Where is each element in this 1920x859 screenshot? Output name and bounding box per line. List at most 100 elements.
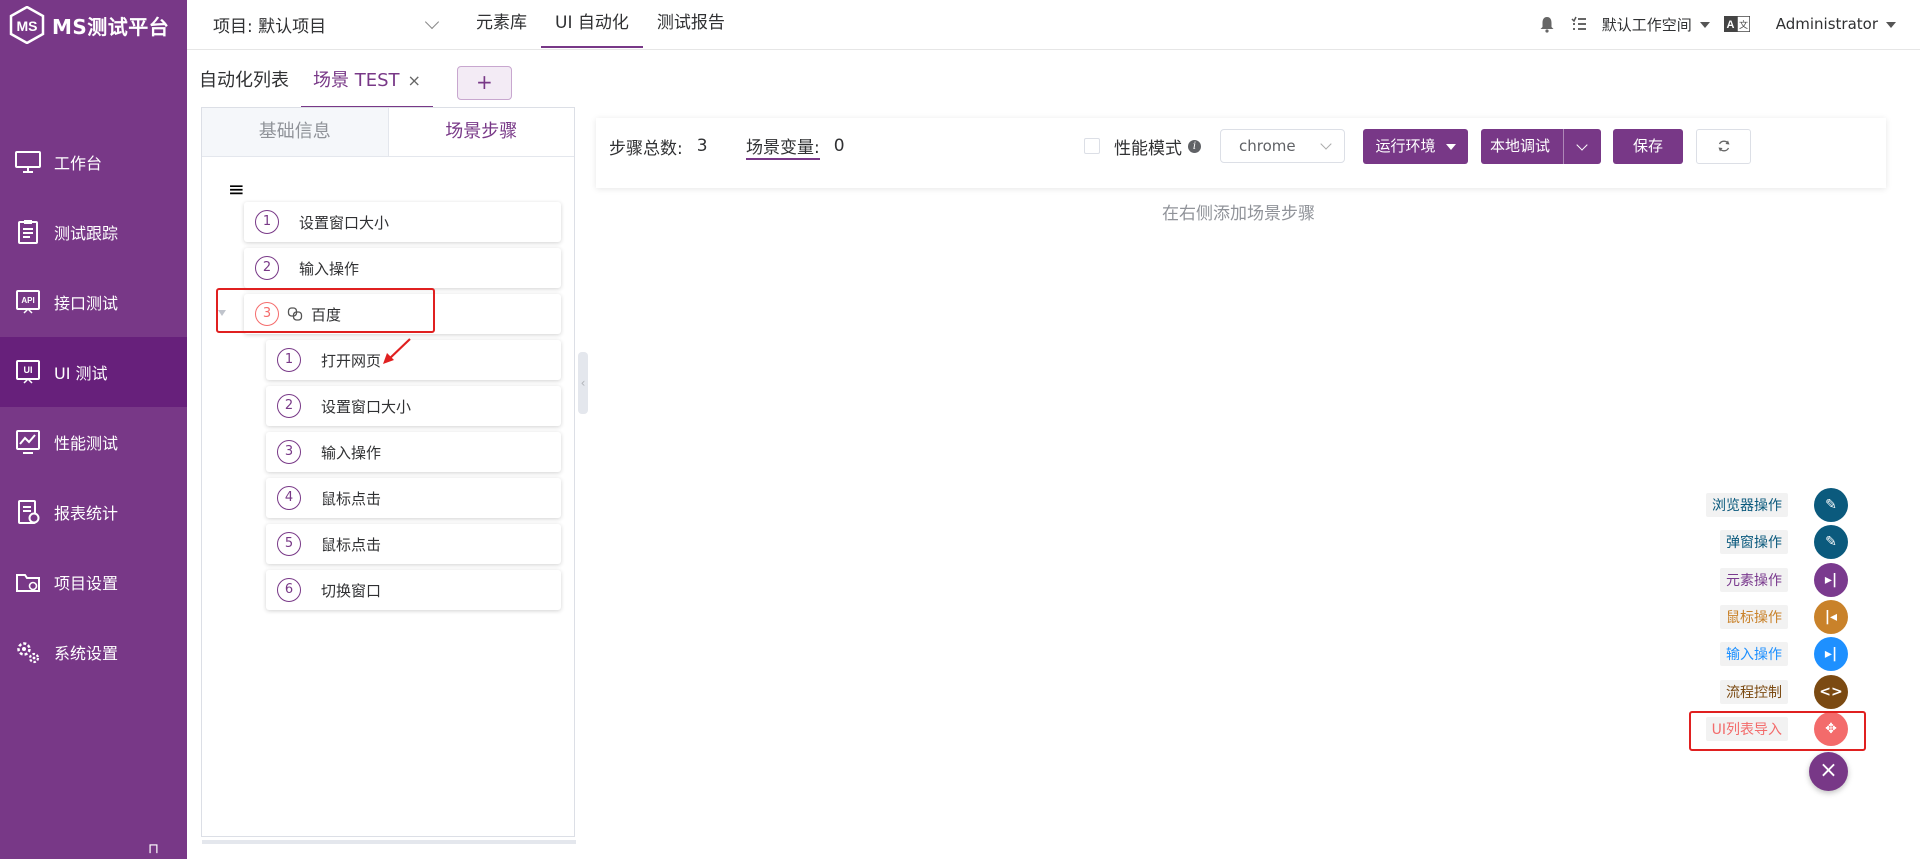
top-bar: 项目: 默认项目 元素库 UI 自动化 测试报告 默认工作空间 A文 Admin… <box>187 0 1920 50</box>
performance-mode-checkbox[interactable] <box>1084 138 1100 154</box>
app-title: MS测试平台 <box>52 14 170 39</box>
step-total-label: 步骤总数: <box>609 138 683 159</box>
app-logo[interactable]: MS MS测试平台 <box>8 6 169 44</box>
monitor-icon <box>15 151 41 173</box>
sidebar-item-report[interactable]: 报表统计 <box>0 477 187 547</box>
chevron-down-icon[interactable] <box>1563 129 1601 164</box>
sidebar-item-label: 测试跟踪 <box>54 224 119 243</box>
bell-icon[interactable] <box>1538 15 1556 33</box>
fab-close-button[interactable]: × <box>1809 752 1848 791</box>
user-dropdown[interactable]: Administrator <box>1776 15 1896 33</box>
step-label: 设置窗口大小 <box>321 397 412 416</box>
step-number: 1 <box>277 348 301 372</box>
project-select[interactable]: 项目: 默认项目 <box>213 0 440 48</box>
run-environment-button[interactable]: 运行环境 <box>1363 129 1468 164</box>
svg-text:MS: MS <box>17 18 38 34</box>
local-debug-button[interactable]: 本地调试 <box>1481 129 1601 164</box>
add-tab-button[interactable]: + <box>456 66 512 100</box>
sidebar-item-performance-test[interactable]: 性能测试 <box>0 407 187 477</box>
sidebar-item-project-settings[interactable]: 项目设置 <box>0 547 187 617</box>
refresh-button[interactable] <box>1696 129 1751 164</box>
language-icon[interactable]: A文 <box>1723 16 1750 32</box>
pin-icon[interactable]: ⊓ <box>148 841 159 857</box>
caret-down-icon <box>1886 21 1896 28</box>
horizontal-scrollbar[interactable] <box>202 840 576 844</box>
close-icon[interactable]: × <box>408 71 421 90</box>
step-item[interactable]: 1 设置窗口大小 <box>244 202 561 242</box>
user-name: Administrator <box>1775 15 1878 33</box>
step-label: 鼠标点击 <box>321 489 382 508</box>
task-list-icon[interactable] <box>1570 15 1588 33</box>
fab-label: 流程控制 <box>1720 680 1788 704</box>
tab-scenario-steps[interactable]: 场景步骤 <box>388 108 574 156</box>
info-icon[interactable]: i <box>1188 139 1201 153</box>
step-number: 3 <box>277 440 301 464</box>
fab-input-operation[interactable]: 输入操作 ▸| <box>1720 637 1848 671</box>
step-number: 5 <box>277 532 301 556</box>
fab-element-operation[interactable]: 元素操作 ▸| <box>1720 563 1848 597</box>
sidebar-item-label: 项目设置 <box>54 574 119 593</box>
local-debug-label: 本地调试 <box>1490 137 1551 155</box>
child-step-item[interactable]: 2 设置窗口大小 <box>266 386 561 426</box>
step-item[interactable]: 2 输入操作 <box>244 248 561 288</box>
step-total: 步骤总数: 3 <box>609 118 708 174</box>
step-number: 4 <box>277 486 301 510</box>
sidebar-item-workbench[interactable]: 工作台 <box>0 127 187 197</box>
step-label: 鼠标点击 <box>321 535 382 554</box>
scenario-variables-label: 场景变量: <box>746 133 820 160</box>
collapse-panel-handle[interactable]: ‹ <box>578 352 588 414</box>
skip-forward-icon: ▸| <box>1814 637 1848 671</box>
panel-tabs: 基础信息 场景步骤 <box>202 108 574 157</box>
performance-mode[interactable]: 性能模式 i <box>1084 118 1201 174</box>
fab-mouse-operation[interactable]: 鼠标操作 |◂ <box>1720 600 1848 634</box>
fab-dialog-operation[interactable]: 弹窗操作 ✎ <box>1720 525 1848 559</box>
sidebar: MS MS测试平台 工作台 测试跟踪 API 接口测试 UI UI 测试 性能测… <box>0 0 187 859</box>
project-select-value: 项目: 默认项目 <box>213 16 327 37</box>
sidebar-item-system-settings[interactable]: 系统设置 <box>0 617 187 687</box>
caret-down-icon <box>1699 22 1710 28</box>
fab-label: 浏览器操作 <box>1706 493 1788 517</box>
scenario-variables[interactable]: 场景变量: 0 <box>746 118 845 174</box>
ui-icon: UI <box>16 360 40 384</box>
annotation-highlight <box>1689 711 1866 751</box>
workspace-dropdown[interactable]: 默认工作空间 <box>1602 14 1710 35</box>
clipboard-icon <box>18 220 38 244</box>
sidebar-item-label: 性能测试 <box>54 434 119 453</box>
tab-label: 场景 TEST <box>313 70 400 91</box>
tab-automation-list[interactable]: 自动化列表 <box>187 60 301 108</box>
menu-icon[interactable]: ≡ <box>228 177 245 201</box>
header-right: 默认工作空间 A文 Administrator <box>1538 0 1896 48</box>
sidebar-item-api-test[interactable]: API 接口测试 <box>0 267 187 337</box>
sidebar-item-ui-test[interactable]: UI UI 测试 <box>0 337 187 407</box>
browser-select[interactable]: chrome <box>1220 129 1345 163</box>
annotation-arrow-icon <box>383 338 411 364</box>
edit-icon: ✎ <box>1814 488 1848 522</box>
child-step-item[interactable]: 4 鼠标点击 <box>266 478 561 518</box>
browser-select-value: chrome <box>1239 137 1296 155</box>
child-step-item[interactable]: 5 鼠标点击 <box>266 524 561 564</box>
sidebar-item-label: 系统设置 <box>54 644 119 663</box>
child-step-item[interactable]: 6 切换窗口 <box>266 570 561 610</box>
fab-label: 元素操作 <box>1720 568 1788 592</box>
step-label: 设置窗口大小 <box>299 213 390 232</box>
step-number: 6 <box>277 578 301 602</box>
step-total-value: 3 <box>696 136 708 156</box>
nav-element-library[interactable]: 元素库 <box>462 0 541 48</box>
nav-ui-automation[interactable]: UI 自动化 <box>541 0 643 48</box>
step-label: 输入操作 <box>321 443 382 462</box>
sidebar-item-test-track[interactable]: 测试跟踪 <box>0 197 187 267</box>
fab-flow-control[interactable]: 流程控制 <> <box>1720 675 1848 709</box>
scenario-variables-value: 0 <box>833 136 845 156</box>
step-label: 输入操作 <box>299 259 360 278</box>
scenario-tabs: 自动化列表 场景 TEST × + <box>187 60 512 108</box>
gears-icon <box>17 642 40 664</box>
save-button[interactable]: 保存 <box>1613 129 1683 164</box>
skip-back-icon: |◂ <box>1814 600 1848 634</box>
nav-test-report[interactable]: 测试报告 <box>643 0 739 48</box>
child-step-item[interactable]: 3 输入操作 <box>266 432 561 472</box>
run-environment-label: 运行环境 <box>1375 137 1436 155</box>
logo-icon: MS <box>9 6 45 44</box>
tab-scenario-test[interactable]: 场景 TEST × <box>301 60 433 108</box>
tab-basic-info[interactable]: 基础信息 <box>202 108 389 156</box>
fab-browser-operation[interactable]: 浏览器操作 ✎ <box>1706 488 1848 522</box>
